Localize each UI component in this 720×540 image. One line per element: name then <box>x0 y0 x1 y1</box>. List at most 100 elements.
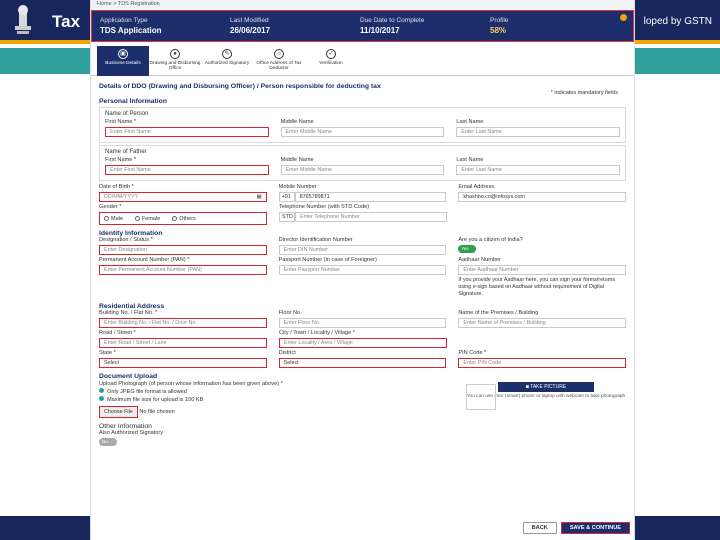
tab-verification[interactable]: ✓ Verification <box>305 46 357 76</box>
gender-option-label: Others <box>179 215 196 222</box>
passport-input[interactable]: Enter Passport Number <box>278 265 447 275</box>
building-label: Building No. / Flat No. * <box>99 310 158 316</box>
no-file-text: No file chosen <box>139 409 175 415</box>
tab-business-details[interactable]: ▣ Business Details <box>97 46 149 76</box>
other-info-title: Other Information <box>99 423 152 430</box>
step-label: Authorized Signatory <box>204 61 250 66</box>
slide-title: Tax <box>52 12 81 31</box>
floor-input[interactable]: Enter Floor No. <box>278 318 447 328</box>
profile-label: Profile <box>490 17 509 24</box>
pin-label: PIN Code * <box>458 350 487 356</box>
name-of-father-group: Name of Father First Name * Enter First N… <box>99 145 626 181</box>
email-input[interactable]: khashbo.co@infosys.com <box>458 192 627 202</box>
first-name-label: First Name * <box>105 119 137 125</box>
upload-rule: Only JPEG file format is allowed <box>99 388 399 396</box>
calendar-icon[interactable]: ▦ <box>256 194 261 200</box>
city-input[interactable]: Enter Locality / Area / Village <box>279 338 447 348</box>
check-icon: ✓ <box>326 49 336 59</box>
document-upload-title: Document Upload <box>99 373 158 380</box>
step-label: Drawing and Disbursing Office <box>149 61 201 71</box>
premises-input[interactable]: Enter Name of Premises / Building <box>458 318 627 328</box>
application-summary-bar: Application Type TDS Application Last Mod… <box>91 10 634 42</box>
dob-placeholder: DD/MM/YYYY <box>104 194 139 200</box>
pin-input[interactable]: Enter PIN Code <box>458 358 627 368</box>
last-modified-label: Last Modified <box>230 17 269 24</box>
pan-input[interactable]: Enter Permanent Account Number (PAN) <box>99 265 267 275</box>
gender-label: Gender * <box>99 204 122 210</box>
due-date-label: Due Date to Complete <box>360 17 425 24</box>
father-first-name-input[interactable]: Enter First Name <box>105 165 269 175</box>
telephone-input[interactable]: Enter Telephone Number <box>295 212 447 222</box>
info-check-icon <box>99 396 104 401</box>
also-signatory-label: Also Authorized Signatory <box>99 430 164 436</box>
dob-label: Date of Birth * <box>99 184 134 190</box>
pan-label: Permanent Account Number (PAN) * <box>99 257 190 263</box>
first-name-input[interactable]: Enter First Name <box>105 127 269 137</box>
road-label: Road / Street * <box>99 330 136 336</box>
upload-rule: Maximum file size for upload is 100 KB <box>99 396 399 404</box>
gender-female-radio[interactable]: Female <box>134 215 161 222</box>
designation-label: Designation / Status * <box>99 237 153 243</box>
profile-percent: 58% <box>490 26 507 35</box>
upload-rule-text: Maximum file size for upload is 100 KB <box>107 397 204 403</box>
mandatory-note: * indicates mandatory fields <box>550 90 618 96</box>
last-name-input[interactable]: Enter Last Name <box>456 127 621 137</box>
aadhaar-input[interactable]: Enter Aadhaar Number <box>458 265 627 275</box>
father-last-name-label: Last Name <box>456 157 484 163</box>
mobile-input[interactable]: 8765789871 <box>294 192 447 202</box>
notification-icon[interactable] <box>620 14 627 21</box>
building-input[interactable]: Enter Building No. / Flat No. / Door No. <box>99 318 267 328</box>
floor-label: Floor No. <box>278 310 302 316</box>
father-first-name-label: First Name * <box>105 157 137 163</box>
designation-input[interactable]: Enter Designation <box>99 245 267 255</box>
last-modified-value: 26/06/2017 <box>230 26 271 35</box>
breadcrumb[interactable]: Home > TDS Registration <box>91 0 634 10</box>
middle-name-input[interactable]: Enter Middle Name <box>280 127 445 137</box>
citizen-label: Are you a citizen of India? <box>458 237 523 243</box>
father-last-name-input[interactable]: Enter Last Name <box>456 165 621 175</box>
take-picture-button[interactable]: ◙ TAKE PICTURE <box>498 382 594 392</box>
district-select[interactable]: Select <box>278 358 447 368</box>
form-actions: BACK SAVE & CONTINUE <box>522 522 630 534</box>
city-label: City / Town / Locality / Village * <box>279 330 355 336</box>
premises-label: Name of the Premises / Building <box>458 310 539 316</box>
ddo-form: Details of DDO (Drawing and Disbursing O… <box>91 76 634 448</box>
road-input[interactable]: Enter Road / Street / Lane <box>99 338 267 348</box>
std-code-input[interactable]: STD <box>279 212 295 222</box>
din-label: Director Identification Number <box>278 237 353 243</box>
save-continue-button[interactable]: SAVE & CONTINUE <box>560 522 630 534</box>
residential-address-title: Residential Address <box>99 303 165 310</box>
personal-info-title: Personal Information <box>99 98 167 105</box>
din-input[interactable]: Enter DIN Number <box>278 245 447 255</box>
state-select[interactable]: Select <box>99 358 267 368</box>
choose-file-button[interactable]: Choose File <box>99 406 138 418</box>
step-label: Business Details <box>105 61 141 66</box>
step-label: Verification <box>319 61 343 66</box>
photo-upload-section: Upload Photograph (of person whose infor… <box>99 380 626 418</box>
location-icon: ⌂ <box>274 49 284 59</box>
take-picture-label: TAKE PICTURE <box>530 384 567 390</box>
middle-name-label: Middle Name <box>280 119 314 125</box>
developed-by-text: loped by GSTN <box>643 16 712 27</box>
tab-drawing-disbursing-office[interactable]: ● Drawing and Disbursing Office <box>149 46 201 76</box>
dob-input[interactable]: DD/MM/YYYY ▦ <box>99 192 267 202</box>
father-middle-name-label: Middle Name <box>280 157 314 163</box>
aadhaar-label: Aadhaar Number <box>458 257 501 263</box>
state-label: State * <box>99 350 116 356</box>
citizen-toggle[interactable]: Yes <box>458 245 477 253</box>
gender-option-label: Male <box>111 215 123 222</box>
aadhaar-info-text: If you provide your Aadhaar here, you ca… <box>458 277 616 297</box>
info-check-icon <box>99 388 104 393</box>
tab-authorized-signatory[interactable]: ✎ Authorized Signatory <box>201 46 253 76</box>
gender-male-radio[interactable]: Male <box>104 216 123 222</box>
back-button[interactable]: BACK <box>522 522 557 534</box>
gender-option-label: Female <box>141 215 161 222</box>
gender-others-radio[interactable]: Others <box>172 216 196 222</box>
father-middle-name-input[interactable]: Enter Middle Name <box>280 165 445 175</box>
tab-office-address[interactable]: ⌂ Office Address of Tax Deductor <box>253 46 305 76</box>
name-of-person-group: Name of Person First Name * Enter First N… <box>99 107 626 143</box>
upload-instruction: Upload Photograph (of person whose infor… <box>99 381 283 387</box>
passport-label: Passport Number (in case of Foreigner) <box>278 257 377 263</box>
telephone-label: Telephone Number (with STD Code) <box>279 204 370 210</box>
also-signatory-toggle[interactable]: No <box>99 438 117 446</box>
